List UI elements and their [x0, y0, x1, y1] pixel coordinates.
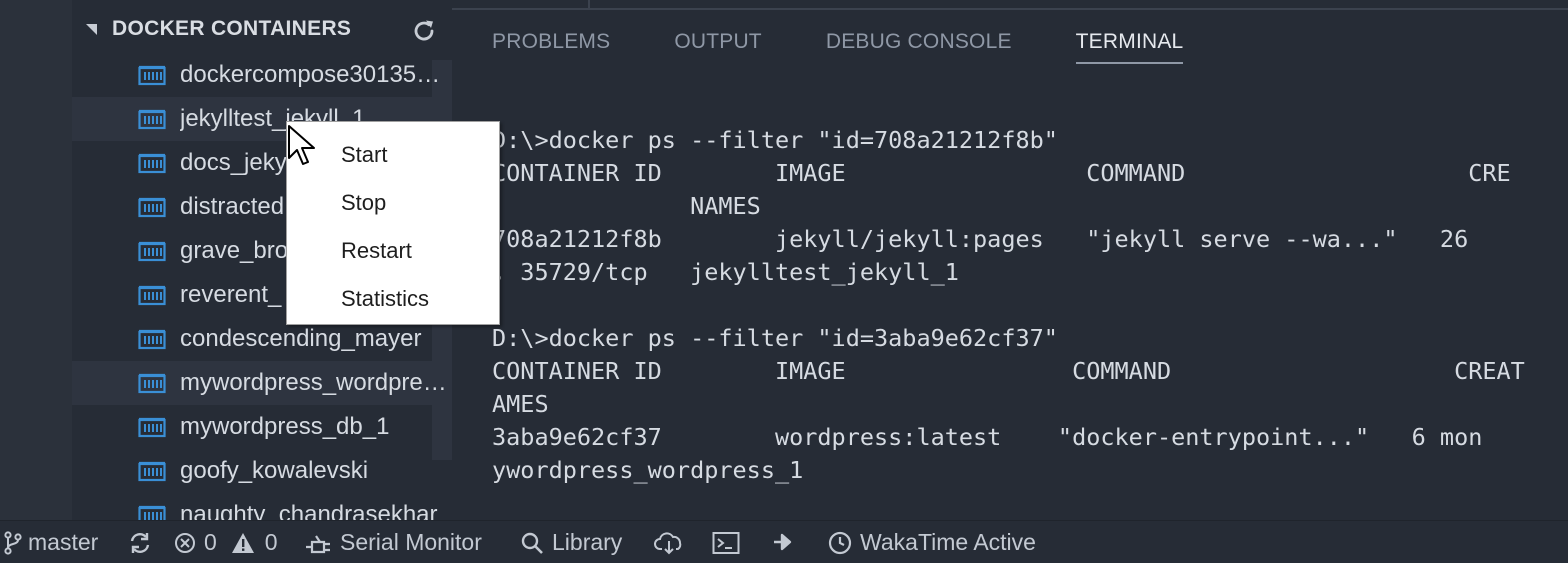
container-item[interactable]: mywordpress_db_1	[72, 405, 452, 449]
container-icon	[138, 109, 166, 130]
branch-indicator[interactable]: master	[4, 529, 98, 556]
serial-monitor-button[interactable]: Serial Monitor	[304, 529, 482, 556]
menu-item-label: Restart	[341, 238, 412, 263]
arrow-right-icon	[774, 533, 792, 551]
container-icon	[138, 461, 166, 482]
terminal-line: 3aba9e62cf37 wordpress:latest "docker-en…	[492, 423, 1483, 451]
container-icon	[138, 153, 166, 174]
git-branch-icon	[4, 530, 22, 555]
terminal-icon	[712, 532, 740, 554]
container-name: mywordpress_wordpress_1	[180, 369, 452, 396]
container-icon	[138, 417, 166, 438]
wakatime-status[interactable]: WakaTime Active	[828, 529, 1036, 556]
panel-border	[452, 8, 1568, 10]
warning-icon	[231, 532, 254, 553]
bottom-panel: PROBLEMS OUTPUT DEBUG CONSOLE TERMINAL D…	[452, 0, 1568, 520]
plug-icon	[306, 534, 330, 553]
serial-monitor-label: Serial Monitor	[340, 529, 482, 555]
tab-terminal[interactable]: TERMINAL	[1075, 30, 1184, 64]
container-icon	[138, 65, 166, 86]
terminal-line: CONTAINER ID IMAGE COMMAND CRE	[492, 159, 1511, 187]
menu-item-stop[interactable]: Stop	[287, 178, 499, 226]
terminal-line: D:\>docker ps --filter "id=708a21212f8b"	[492, 126, 1058, 154]
wakatime-label: WakaTime Active	[860, 529, 1036, 555]
container-icon	[138, 197, 166, 218]
sync-button[interactable]	[128, 531, 152, 555]
warning-count: 0	[264, 529, 278, 555]
container-item[interactable]: goofy_kowalevski	[72, 449, 452, 493]
container-name: mywordpress_db_1	[180, 413, 390, 440]
container-name: condescending_mayer	[180, 325, 422, 352]
tab-problems[interactable]: PROBLEMS	[492, 30, 610, 64]
clock-icon	[828, 531, 852, 554]
terminal-line: NAMES	[492, 192, 761, 220]
upload-button[interactable]	[654, 531, 686, 555]
refresh-icon[interactable]	[410, 17, 438, 45]
menu-item-start[interactable]: Start	[287, 130, 499, 178]
activity-bar	[0, 0, 72, 520]
run-button[interactable]	[772, 532, 794, 552]
problems-indicator[interactable]: 0 0	[174, 529, 278, 556]
panel-tabs: PROBLEMS OUTPUT DEBUG CONSOLE TERMINAL	[492, 30, 1247, 64]
menu-item-restart[interactable]: Restart	[287, 226, 499, 274]
tab-debug-console[interactable]: DEBUG CONSOLE	[826, 30, 1012, 64]
container-item[interactable]: naughty_chandrasekhar	[72, 493, 452, 520]
cloud-download-icon	[654, 532, 682, 555]
terminal-output[interactable]: D:\>docker ps --filter "id=708a21212f8b"…	[492, 124, 1568, 487]
container-icon	[138, 329, 166, 350]
terminal-line: 708a21212f8b jekyll/jekyll:pages "jekyll…	[492, 225, 1469, 253]
container-item[interactable]: dockercompose3013599785	[72, 53, 452, 97]
terminal-line: D:\>docker ps --filter "id=3aba9e62cf37"	[492, 324, 1058, 352]
library-button[interactable]: Library	[520, 529, 622, 556]
container-icon	[138, 373, 166, 394]
container-icon	[138, 505, 166, 520]
container-name: goofy_kowalevski	[180, 457, 369, 484]
context-menu: Start Stop Restart Statistics	[286, 121, 500, 325]
terminal-line: CONTAINER ID IMAGE COMMAND CREAT	[492, 357, 1525, 385]
container-item[interactable]: mywordpress_wordpress_1	[72, 361, 452, 405]
menu-item-statistics[interactable]: Statistics	[287, 274, 499, 322]
terminal-line: AMES	[492, 390, 549, 418]
tab-output[interactable]: OUTPUT	[674, 30, 762, 64]
branch-name: master	[28, 529, 99, 555]
menu-item-label: Statistics	[341, 286, 430, 311]
error-count: 0	[204, 529, 217, 555]
collapse-chevron-icon[interactable]	[86, 24, 97, 35]
library-label: Library	[552, 529, 623, 555]
menu-item-label: Start	[341, 142, 388, 167]
status-bar: master 0 0 Serial Monitor Library WakaTi…	[0, 520, 1568, 563]
terminal-button[interactable]	[712, 531, 740, 555]
container-name: naughty_chandrasekhar	[180, 501, 438, 520]
search-icon	[521, 532, 543, 554]
container-icon	[138, 241, 166, 262]
container-name: dockercompose3013599785	[180, 61, 452, 88]
sync-icon	[130, 533, 150, 553]
terminal-line: ywordpress_wordpress_1	[492, 456, 804, 484]
panel-divider	[588, 0, 590, 8]
menu-item-label: Stop	[341, 190, 387, 215]
section-title: DOCKER CONTAINERS	[112, 17, 352, 40]
error-icon	[175, 532, 195, 553]
container-icon	[138, 285, 166, 306]
terminal-line: , 35729/tcp jekylltest_jekyll_1	[492, 258, 959, 286]
mouse-pointer-icon	[288, 125, 315, 165]
